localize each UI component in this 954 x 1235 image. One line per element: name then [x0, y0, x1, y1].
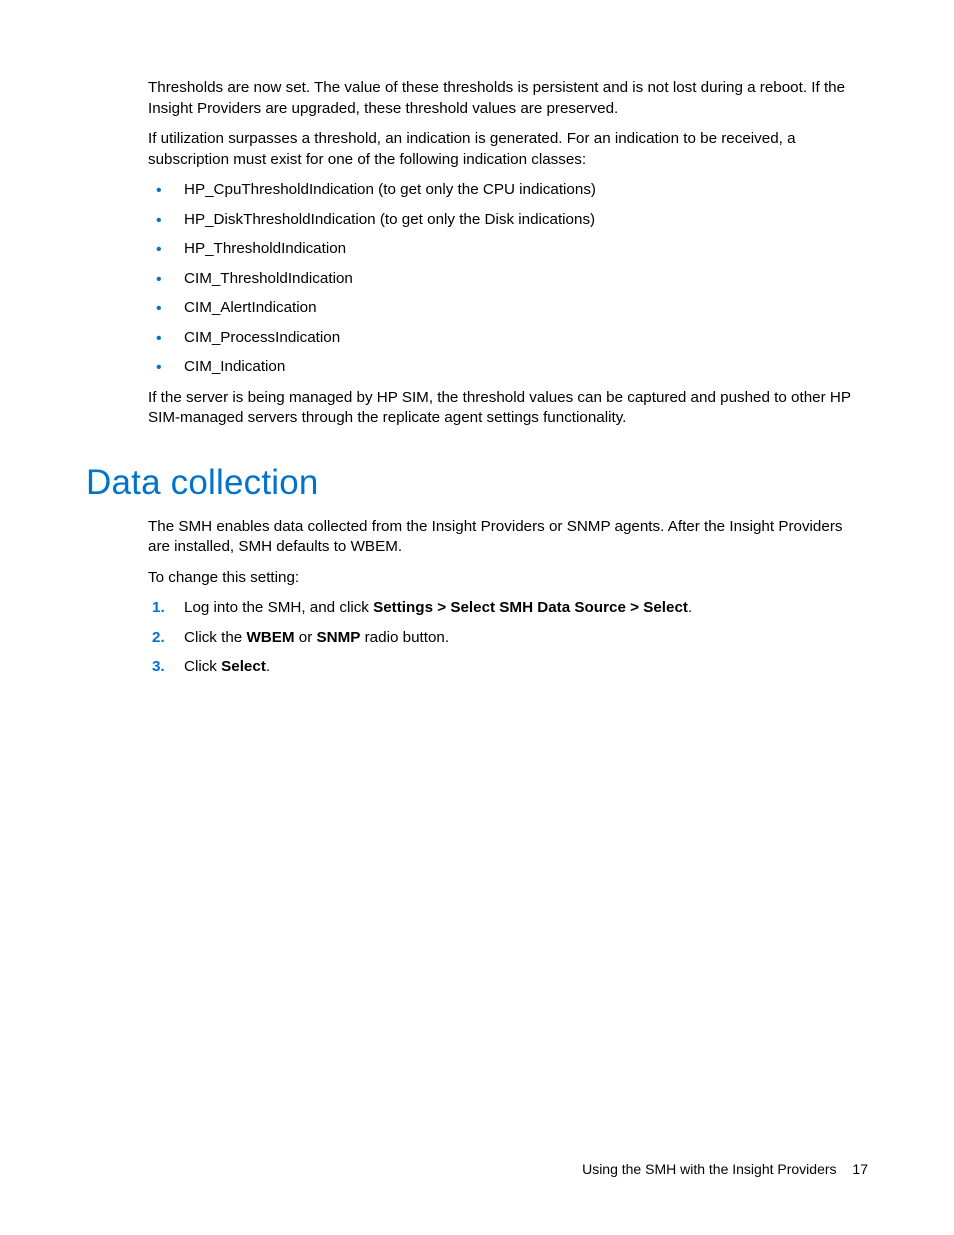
bullet-list: HP_CpuThresholdIndication (to get only t…: [148, 180, 868, 378]
paragraph: If utilization surpasses a threshold, an…: [148, 129, 868, 170]
list-item: HP_ThresholdIndication: [148, 239, 868, 260]
step-text: .: [688, 599, 692, 616]
footer-page-number: 17: [852, 1161, 868, 1177]
step-text: or: [295, 629, 317, 646]
step-bold: WBEM: [246, 629, 294, 646]
list-item: CIM_ThresholdIndication: [148, 269, 868, 290]
step-text: .: [266, 658, 270, 675]
paragraph: If the server is being managed by HP SIM…: [148, 388, 868, 429]
list-item: CIM_Indication: [148, 357, 868, 378]
step-text: Log into the SMH, and click: [184, 599, 373, 616]
step-item: Log into the SMH, and click Settings > S…: [148, 598, 868, 619]
list-item: HP_DiskThresholdIndication (to get only …: [148, 210, 868, 231]
step-item: Click Select.: [148, 657, 868, 678]
paragraph: To change this setting:: [148, 568, 868, 589]
step-text: Click: [184, 658, 221, 675]
step-bold: Settings > Select SMH Data Source > Sele…: [373, 599, 688, 616]
step-bold: Select: [221, 658, 266, 675]
footer-chapter: Using the SMH with the Insight Providers: [582, 1161, 836, 1177]
list-item: CIM_ProcessIndication: [148, 328, 868, 349]
section-heading: Data collection: [86, 463, 868, 503]
step-bold: SNMP: [317, 629, 361, 646]
step-text: Click the: [184, 629, 246, 646]
step-item: Click the WBEM or SNMP radio button.: [148, 628, 868, 649]
paragraph: The SMH enables data collected from the …: [148, 517, 868, 558]
ordered-steps: Log into the SMH, and click Settings > S…: [148, 598, 868, 678]
step-text: radio button.: [360, 629, 449, 646]
document-page: Thresholds are now set. The value of the…: [0, 0, 954, 1235]
paragraph: Thresholds are now set. The value of the…: [148, 78, 868, 119]
list-item: HP_CpuThresholdIndication (to get only t…: [148, 180, 868, 201]
page-footer: Using the SMH with the Insight Providers…: [582, 1161, 868, 1177]
list-item: CIM_AlertIndication: [148, 298, 868, 319]
